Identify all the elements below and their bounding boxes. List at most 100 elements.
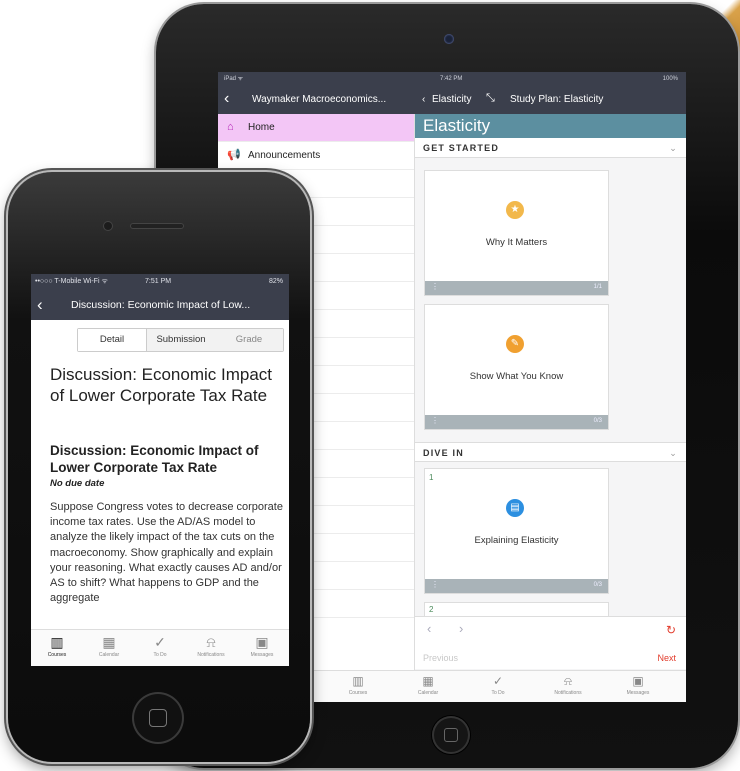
tab-courses[interactable]: ▥ Courses <box>31 633 83 659</box>
segmented-control: Detail Submission Grade <box>77 328 284 352</box>
card-progress: 0/3 <box>593 418 602 424</box>
tab-label: To Do <box>153 652 167 658</box>
tab-label: Courses <box>47 652 67 658</box>
chevron-down-icon[interactable]: ⌄ <box>669 443 678 463</box>
book-icon: ▤ <box>506 499 524 517</box>
chevron-down-icon[interactable]: ⌄ <box>669 138 678 158</box>
inbox-icon: ▣ <box>255 634 269 650</box>
course-title: Waymaker Macroeconomics... <box>252 94 387 105</box>
tab-submission[interactable]: Submission <box>146 329 216 351</box>
section-title: DIVE IN <box>423 448 464 458</box>
ipad-camera <box>444 34 454 44</box>
tab-label: Notifications <box>197 652 225 658</box>
tab-calendar[interactable]: ▦ Calendar <box>83 633 135 659</box>
courses-icon: ▥ <box>50 634 64 650</box>
tab-detail[interactable]: Detail <box>78 329 146 351</box>
sidebar-item-label: Announcements <box>248 150 321 161</box>
status-bar: ••○○○ T-Mobile Wi-Fi ᯤ 7:51 PM 82% <box>31 274 289 290</box>
more-icon[interactable]: ⋮ <box>431 282 439 291</box>
tab-courses[interactable]: ▥ Courses <box>328 673 388 697</box>
discussion-heading: Discussion: Economic Impact of Lower Cor… <box>50 365 273 405</box>
tab-notifications[interactable]: ⍾ Notifications <box>538 673 598 697</box>
back-chevron-icon[interactable]: ‹ <box>37 295 43 315</box>
tab-bar: ▥ Courses ▦ Calendar ✓ To Do ⍾ Notifications… <box>31 629 289 666</box>
bell-icon: ⍾ <box>564 674 572 688</box>
page-title: Study Plan: Elasticity <box>510 94 604 105</box>
section-title: GET STARTED <box>423 143 500 153</box>
discussion-subheading: Discussion: Economic Impact of Lower Cor… <box>50 443 259 475</box>
iphone-device: ••○○○ T-Mobile Wi-Fi ᯤ 7:51 PM 82% ‹ Dis… <box>8 172 310 762</box>
tab-messages[interactable]: ▣ Messages <box>608 673 668 697</box>
card-label: Explaining Elasticity <box>474 535 559 546</box>
inbox-icon: ▣ <box>632 674 644 688</box>
clock-label: 7:51 PM <box>145 278 172 285</box>
pager: ‹ › ↻ Previous Next <box>415 616 686 669</box>
refresh-icon[interactable]: ↻ <box>666 623 676 637</box>
tab-grade[interactable]: Grade <box>215 329 283 351</box>
battery-label: 82% <box>268 278 283 285</box>
calendar-icon: ▦ <box>102 634 116 650</box>
card-why-it-matters[interactable]: ★ Why It Matters ⋮ 1/1 <box>424 170 609 296</box>
more-icon[interactable]: ⋮ <box>431 416 439 425</box>
tab-label: Notifications <box>554 690 582 696</box>
star-icon: ★ <box>506 201 524 219</box>
navigation-bar: ‹ Waymaker Macroeconomics... ‹ Elasticit… <box>218 86 686 114</box>
tab-todo[interactable]: ✓ To Do <box>134 633 186 659</box>
card-progress-bar: ⋮ 1/1 <box>425 281 608 295</box>
page-title: Discussion: Economic Impact of Low... <box>71 299 251 311</box>
iphone-speaker <box>130 223 184 229</box>
card-number: 2 <box>429 605 434 614</box>
navigation-bar: ‹ Discussion: Economic Impact of Low... <box>31 290 289 320</box>
sidebar-item-announcements[interactable]: 📢 Announcements <box>218 142 414 170</box>
clock-label: 7:42 PM <box>440 76 463 82</box>
tab-calendar[interactable]: ▦ Calendar <box>398 673 458 697</box>
discussion-body: Suppose Congress votes to decrease corpo… <box>50 501 283 605</box>
tab-notifications[interactable]: ⍾ Notifications <box>185 633 237 659</box>
sidebar-item-home[interactable]: ⌂ Home <box>218 114 414 142</box>
card-progress-bar: ⋮ 0/3 <box>425 579 608 593</box>
card-show-what-you-know[interactable]: ✎ Show What You Know ⋮ 0/3 <box>424 304 609 430</box>
iphone-home-button[interactable] <box>132 692 184 744</box>
home-icon: ⌂ <box>227 121 234 133</box>
checkmark-icon: ✓ <box>492 674 504 688</box>
tab-label: Messages <box>626 690 650 696</box>
section-header-get-started[interactable]: GET STARTED ⌄ <box>415 138 686 158</box>
card-progress: 1/1 <box>593 284 602 290</box>
expand-icon[interactable]: ⤡ <box>486 92 495 105</box>
courses-icon: ▥ <box>352 674 364 688</box>
tab-messages[interactable]: ▣ Messages <box>236 633 288 659</box>
prev-next-arrows-icon[interactable]: ‹ › <box>427 621 475 636</box>
card-explaining-elasticity[interactable]: 1 ▤ Explaining Elasticity ⋮ 0/3 <box>424 468 609 594</box>
megaphone-icon: 📢 <box>227 149 241 161</box>
back-chevron-icon[interactable]: ‹ <box>224 90 229 108</box>
more-icon[interactable]: ⋮ <box>431 580 439 589</box>
card-progress-bar: ⋮ 0/3 <box>425 415 608 429</box>
ipad-home-button[interactable] <box>432 716 470 754</box>
bell-icon: ⍾ <box>206 634 216 650</box>
due-date: No due date <box>50 478 105 489</box>
back-chevron-small-icon[interactable]: ‹ <box>422 94 425 105</box>
section-header-dive-in[interactable]: DIVE IN ⌄ <box>415 442 686 462</box>
iphone-screen: ••○○○ T-Mobile Wi-Fi ᯤ 7:51 PM 82% ‹ Dis… <box>31 274 289 666</box>
card-label: Why It Matters <box>485 237 548 248</box>
battery-label: 100% <box>662 76 678 82</box>
tab-label: Messages <box>250 652 274 658</box>
iphone-camera <box>104 222 112 230</box>
calendar-icon: ▦ <box>422 674 434 688</box>
tab-label: Calendar <box>98 652 120 658</box>
status-bar: iPad ᯤ 7:42 PM 100% <box>218 72 686 86</box>
tab-label: To Do <box>491 690 505 696</box>
tab-label: Calendar <box>417 690 439 696</box>
card-label: Show What You Know <box>469 371 564 382</box>
next-button[interactable]: Next <box>657 653 676 663</box>
card-progress: 0/3 <box>593 582 602 588</box>
tab-label: Courses <box>348 690 368 696</box>
carrier-label: iPad ᯤ <box>224 76 244 82</box>
tab-todo[interactable]: ✓ To Do <box>468 673 528 697</box>
previous-button[interactable]: Previous <box>423 653 458 663</box>
checkmark-icon: ✓ <box>154 634 166 650</box>
study-plan-panel: Elasticity GET STARTED ⌄ ★ Why It Matter… <box>415 114 686 702</box>
sidebar-item-label: Home <box>248 122 275 133</box>
card-number: 1 <box>429 473 434 482</box>
back-button-elasticity[interactable]: Elasticity <box>432 94 471 105</box>
